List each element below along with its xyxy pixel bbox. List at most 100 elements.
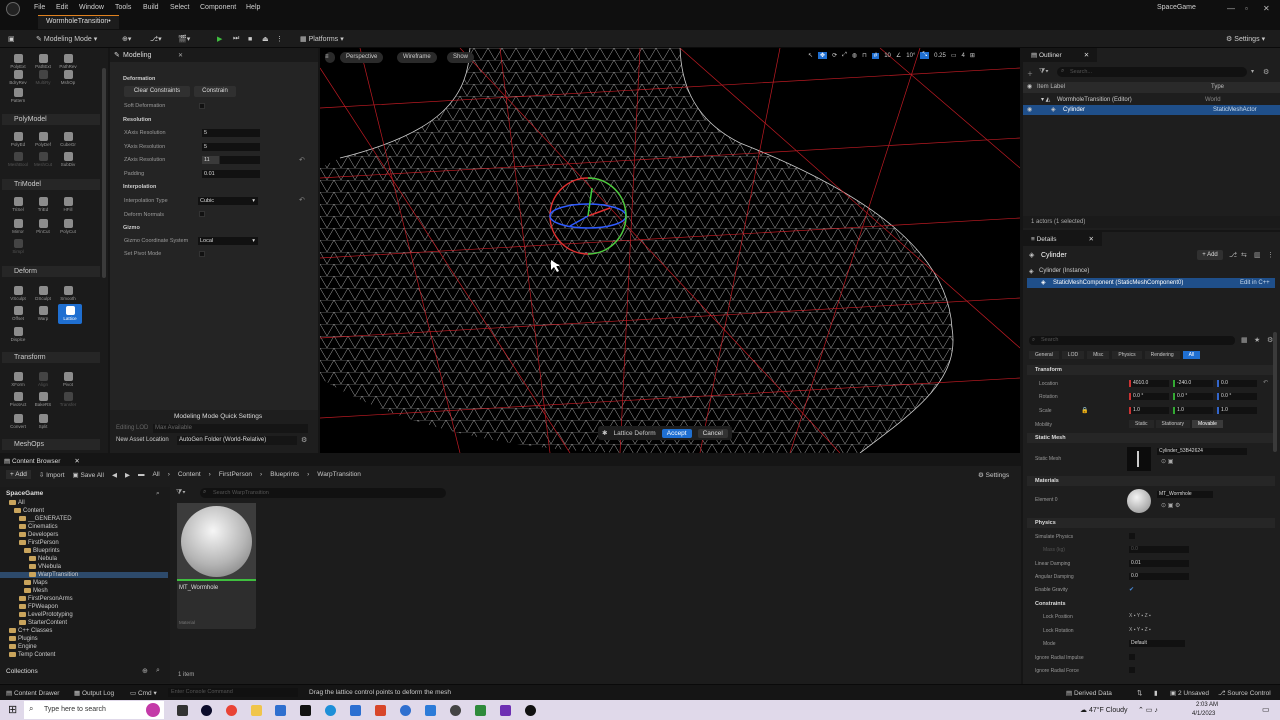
tool-align[interactable]: Align	[31, 372, 55, 387]
modeling-tab[interactable]: ✎ Modeling ✕	[110, 48, 318, 62]
platforms-button[interactable]: ▦ Platforms ▾	[300, 33, 344, 45]
collections-header[interactable]: Collections	[6, 668, 38, 675]
details-tab[interactable]: ≡ Details ✕	[1023, 232, 1102, 246]
breadcrumb-content[interactable]: Content	[178, 471, 201, 478]
twitch-icon[interactable]	[500, 705, 511, 716]
angular-damping-input[interactable]: 0.0	[1129, 573, 1189, 580]
folder-icon[interactable]: ▬	[138, 471, 145, 478]
static-mesh-header[interactable]: Static Mesh	[1027, 433, 1275, 443]
tree-folder[interactable]: Nebula	[0, 556, 168, 562]
mode-dropdown[interactable]: Default	[1129, 640, 1185, 647]
interpolation-header[interactable]: Interpolation	[114, 182, 314, 192]
more-options-icon[interactable]: ⋮	[276, 33, 283, 45]
photos-icon[interactable]	[400, 705, 411, 716]
tray-icons[interactable]: ⌃ ▭ ♪	[1138, 706, 1158, 714]
yaxis-input[interactable]: 5	[202, 143, 260, 151]
play-icon[interactable]: ▶	[217, 33, 222, 45]
close-tab-icon[interactable]: ✕	[1084, 52, 1089, 59]
deformation-header[interactable]: Deformation	[114, 74, 314, 84]
section-meshops[interactable]: MeshOps	[2, 439, 100, 450]
gizmo-coord-dropdown[interactable]: Local ▾	[198, 237, 258, 245]
forward-icon[interactable]: ▶	[125, 471, 130, 479]
close-icon[interactable]: ✕	[1263, 4, 1270, 13]
scale-snap-value[interactable]: 0.25	[934, 53, 946, 59]
materials-header[interactable]: Materials	[1027, 476, 1275, 486]
tool-vsculpt[interactable]: VSculpt	[6, 286, 30, 301]
xaxis-input[interactable]: 5	[202, 129, 260, 137]
rotate-icon[interactable]: ⟳	[832, 52, 837, 59]
static-mesh-dropdown[interactable]: Cylinder_53B42624	[1157, 448, 1247, 455]
outliner-tab[interactable]: ▤ Outliner ✕	[1023, 48, 1098, 62]
source-control-button[interactable]: ⎇ Source Control	[1218, 689, 1271, 697]
gear-icon[interactable]: ⚙	[1263, 68, 1269, 76]
col-type[interactable]: Type	[1211, 84, 1224, 90]
close-tab-icon[interactable]: ✕	[178, 52, 183, 59]
file-explorer-icon[interactable]	[251, 705, 262, 716]
translate-icon[interactable]: ✥	[818, 52, 828, 59]
constraints-header[interactable]: Constraints	[1027, 599, 1275, 609]
tool-displce[interactable]: Displce	[6, 327, 30, 342]
section-transform[interactable]: Transform	[2, 352, 100, 363]
mobility-movable[interactable]: Movable	[1192, 420, 1223, 428]
tool-xform[interactable]: XForm	[6, 372, 30, 387]
content-drawer-button[interactable]: ▤ Content Drawer	[6, 689, 59, 697]
mail-icon[interactable]	[350, 705, 361, 716]
interp-type-dropdown[interactable]: Cubic ▾	[198, 197, 258, 205]
menu-file[interactable]: File	[34, 4, 45, 11]
location-z[interactable]: 0.0	[1217, 380, 1257, 387]
search-icon[interactable]: ⌕	[156, 490, 160, 498]
tool-hfill[interactable]: HFill	[56, 197, 80, 212]
palette-scrollbar[interactable]	[102, 68, 106, 278]
physics-header[interactable]: Physics	[1027, 518, 1275, 528]
tree-folder[interactable]: FirstPersonArms	[0, 596, 168, 602]
gear-icon[interactable]: ⚙	[301, 436, 307, 444]
tree-folder[interactable]: StarterContent	[0, 620, 168, 626]
add-icon[interactable]: ＋	[1027, 69, 1033, 78]
columns-icon[interactable]: ▥	[1254, 251, 1261, 259]
tool-bdryrev[interactable]: BdryRev	[6, 70, 30, 85]
mode-dropdown[interactable]: ✎ Modeling Mode ▾	[36, 33, 97, 45]
tool-pathext[interactable]: PathExt	[31, 54, 55, 69]
grid-view-icon[interactable]: ▦	[1241, 336, 1248, 344]
minimize-icon[interactable]: —	[1227, 4, 1235, 13]
tree-folder[interactable]: FPWeapon	[0, 604, 168, 610]
back-icon[interactable]: ◀	[112, 471, 117, 479]
rotation-y[interactable]: 0.0 °	[1173, 393, 1213, 400]
tree-folder[interactable]: Blueprints	[0, 548, 168, 554]
tool-polydef[interactable]: PolyDef	[31, 132, 55, 147]
tool-multiry[interactable]: MultiRy	[31, 70, 55, 85]
quick-settings-title[interactable]: Modeling Mode Quick Settings	[174, 413, 262, 420]
ignore-radial-impulse-checkbox[interactable]	[1129, 654, 1135, 660]
tree-folder[interactable]: WarpTransition	[0, 572, 168, 579]
eject-icon[interactable]: ⏏	[262, 33, 269, 45]
tool-trisel[interactable]: TriSel	[6, 197, 30, 212]
visibility-icon[interactable]: ◉	[1027, 106, 1032, 113]
grid-snap-value[interactable]: 10	[884, 53, 891, 59]
unsaved-button[interactable]: ▣ 2 Unsaved	[1170, 689, 1209, 697]
mass-input[interactable]: 0.0	[1129, 546, 1189, 553]
tool-meshcut[interactable]: MeshCut	[31, 152, 55, 167]
details-search-input[interactable]: ⌕ Search	[1029, 336, 1235, 345]
wireframe-scene[interactable]	[320, 48, 1020, 453]
filter-rendering[interactable]: Rendering	[1144, 351, 1180, 359]
edge-icon[interactable]	[325, 705, 336, 716]
tool-mshop[interactable]: MshOp	[56, 70, 80, 85]
browse-icon[interactable]: ⊙ ▣ ⚙	[1161, 502, 1180, 509]
deform-normals-checkbox[interactable]	[199, 211, 205, 217]
add-button[interactable]: + Add	[6, 470, 31, 479]
filter-lod[interactable]: LOD	[1061, 351, 1085, 359]
scale-z[interactable]: 1.0	[1217, 407, 1257, 414]
revision-icon[interactable]: ⇅	[1137, 689, 1142, 697]
scale-dropdown[interactable]: Scale	[1039, 408, 1052, 414]
tool-subdiv[interactable]: SubDiv	[56, 152, 80, 167]
transform-header[interactable]: Transform	[1027, 365, 1275, 375]
close-tab-icon[interactable]: ✕	[74, 458, 79, 465]
material-thumbnail[interactable]	[1127, 489, 1151, 513]
vscode-icon[interactable]	[425, 705, 436, 716]
import-button[interactable]: ⇩ Import	[39, 471, 65, 479]
tool-transfer[interactable]: Transfer	[56, 392, 80, 407]
breadcrumb-warptransition[interactable]: WarpTransition	[317, 471, 361, 478]
menu-tools[interactable]: Tools	[115, 4, 131, 11]
camera-speed-icon[interactable]: ▭	[951, 52, 957, 59]
tool-meshbool[interactable]: MeshBool	[6, 152, 30, 167]
